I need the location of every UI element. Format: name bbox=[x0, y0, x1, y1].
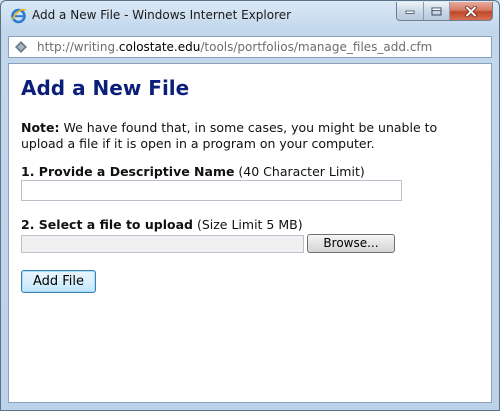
upload-note: Note: We have found that, in some cases,… bbox=[21, 120, 481, 152]
window-title: Add a New File - Windows Internet Explor… bbox=[32, 8, 292, 22]
title-bar[interactable]: Add a New File - Windows Internet Explor… bbox=[1, 1, 499, 31]
caption-buttons bbox=[396, 2, 493, 21]
maximize-button[interactable] bbox=[423, 2, 449, 20]
browser-window: Add a New File - Windows Internet Explor… bbox=[0, 0, 500, 411]
maximize-icon bbox=[431, 7, 442, 15]
name-label-hint: (40 Character Limit) bbox=[234, 164, 365, 179]
descriptive-name-input[interactable] bbox=[21, 180, 402, 201]
minimize-button[interactable] bbox=[397, 2, 423, 20]
file-label-hint: (Size Limit 5 MB) bbox=[192, 217, 303, 232]
page-content: Add a New File Note: We have found that,… bbox=[8, 63, 492, 403]
file-label-text: 2. Select a file to upload bbox=[21, 217, 193, 232]
address-bar[interactable]: http://writing.colostate.edu/tools/portf… bbox=[8, 36, 492, 58]
name-field-label: 1. Provide a Descriptive Name (40 Charac… bbox=[21, 164, 365, 179]
note-label: Note: bbox=[21, 120, 60, 135]
close-button[interactable] bbox=[449, 2, 492, 20]
file-path-input[interactable] bbox=[21, 235, 304, 253]
file-field-label: 2. Select a file to upload (Size Limit 5… bbox=[21, 217, 303, 232]
ie-logo-icon bbox=[11, 8, 27, 24]
page-icon bbox=[15, 41, 27, 53]
minimize-icon bbox=[405, 10, 415, 14]
url-prefix: http://writing. bbox=[37, 40, 119, 54]
note-text: We have found that, in some cases, you m… bbox=[21, 120, 438, 151]
url-text: http://writing.colostate.edu/tools/portf… bbox=[37, 40, 432, 54]
url-path: /tools/portfolios/manage_files_add.cfm bbox=[200, 40, 433, 54]
add-file-button[interactable]: Add File bbox=[21, 270, 96, 293]
page-title: Add a New File bbox=[21, 76, 190, 100]
browse-button[interactable]: Browse... bbox=[307, 234, 395, 253]
close-icon bbox=[465, 5, 477, 17]
url-domain: colostate.edu bbox=[118, 40, 201, 54]
name-label-text: 1. Provide a Descriptive Name bbox=[21, 164, 235, 179]
